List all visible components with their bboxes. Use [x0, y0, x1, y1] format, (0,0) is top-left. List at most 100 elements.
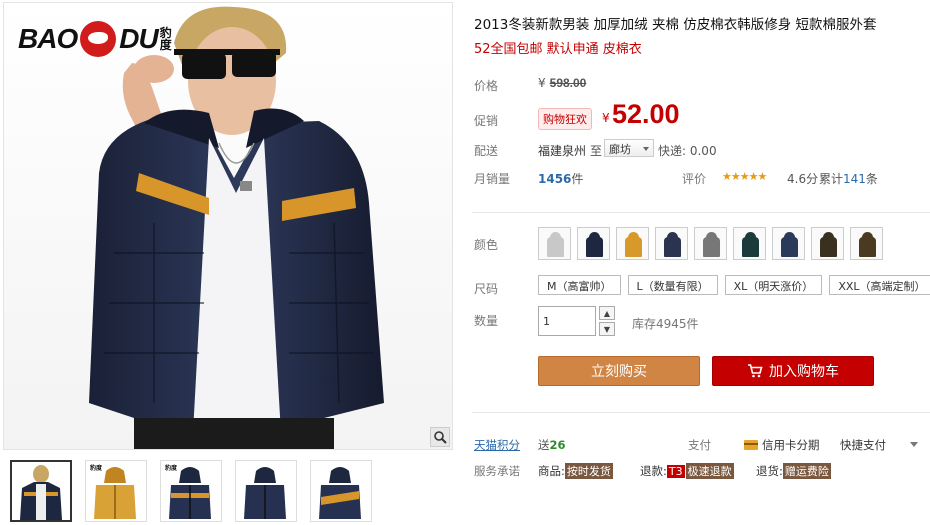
thumb-brand-mark: 豹度	[90, 465, 103, 472]
rating-label: 评价	[682, 172, 707, 186]
size-option-1[interactable]: M（高富帅）	[538, 275, 621, 295]
return-tag[interactable]: 赠运费险	[782, 463, 831, 479]
reviews-suffix: 条	[865, 172, 878, 186]
promo-tag: 购物狂欢	[538, 108, 592, 130]
quick-pay[interactable]: 快捷支付	[840, 437, 886, 453]
chevron-down-icon	[643, 147, 649, 151]
ship-to: 至	[590, 144, 603, 158]
color-label: 颜色	[474, 238, 499, 252]
leopard-logo-icon	[80, 21, 117, 57]
color-swatch-8[interactable]	[811, 227, 844, 260]
chevron-down-icon[interactable]	[910, 442, 918, 447]
divider	[472, 212, 930, 213]
credit-installment[interactable]: 信用卡分期	[744, 437, 820, 453]
monthly-sales: 1456件	[538, 170, 583, 187]
color-swatch-6[interactable]	[733, 227, 766, 260]
return-prefix: 退货:	[756, 464, 783, 478]
swatch-jacket	[586, 237, 603, 257]
service-return: 退货: 赠运费险	[756, 463, 831, 479]
quantity-increase-button[interactable]: ▲	[599, 306, 615, 320]
thumb-image	[20, 465, 62, 520]
swatch-jacket	[547, 237, 564, 257]
refund-tag[interactable]: 极速退款	[685, 463, 734, 479]
product-gallery: BAO DU 豹度 豹度 豹度	[0, 0, 456, 525]
reviews-count: 141	[843, 172, 866, 186]
thumbnail-list: 豹度 豹度	[10, 460, 372, 522]
ship-from: 福建泉州	[538, 144, 587, 158]
size-option-2[interactable]: L（数量有限）	[627, 275, 718, 295]
magnifier-icon	[434, 431, 447, 444]
color-swatches	[538, 227, 883, 260]
chevron-up-icon: ▲	[603, 308, 611, 318]
shipping-fee: 快递: 0.00	[658, 144, 717, 158]
thumbnail-4[interactable]	[235, 460, 297, 522]
divider	[472, 412, 930, 413]
price-label: 价格	[474, 79, 499, 93]
quantity-label: 数量	[474, 314, 499, 328]
thumbnail-5[interactable]	[310, 460, 372, 522]
service-goods: 商品: 按时发货	[538, 463, 613, 479]
service-label: 服务承诺	[474, 464, 520, 478]
thumb-brand-mark: 豹度	[165, 465, 178, 472]
swatch-jacket	[781, 237, 798, 257]
rating-stars-icon: ★★★★★	[722, 170, 767, 183]
credit-card-icon	[744, 440, 758, 450]
brand-logo: BAO DU 豹度	[18, 21, 174, 57]
points-prefix: 送	[538, 438, 550, 452]
main-product-image[interactable]: BAO DU 豹度	[3, 2, 453, 450]
sales-unit: 件	[571, 172, 584, 186]
promo-label: 促销	[474, 114, 499, 128]
buy-now-label: 立刻购买	[591, 364, 647, 380]
quantity-input[interactable]	[538, 306, 596, 336]
promo-currency: ¥	[602, 111, 610, 125]
credit-label: 信用卡分期	[762, 438, 820, 452]
goods-tag[interactable]: 按时发货	[564, 463, 613, 479]
swatch-jacket	[859, 237, 876, 257]
model-photo	[4, 3, 452, 449]
buy-now-button[interactable]: 立刻购买	[538, 356, 700, 386]
goods-prefix: 商品:	[538, 464, 565, 478]
thumbnail-2[interactable]: 豹度	[85, 460, 147, 522]
size-label: 尺码	[474, 282, 499, 296]
add-to-cart-button[interactable]: 加入购物车	[712, 356, 874, 386]
thumb-image	[244, 467, 286, 519]
color-swatch-9[interactable]	[850, 227, 883, 260]
brand-word-left: BAO	[18, 23, 78, 54]
refund-prefix: 退款:	[640, 464, 667, 478]
currency-symbol: ¥	[538, 76, 546, 90]
color-swatch-3[interactable]	[616, 227, 649, 260]
review-count-link[interactable]: 累计141条	[819, 170, 878, 187]
thumbnail-1[interactable]	[10, 460, 72, 522]
original-price: ¥598.00	[538, 76, 586, 90]
add-to-cart-label: 加入购物车	[769, 364, 839, 380]
color-swatch-5[interactable]	[694, 227, 727, 260]
thumbnail-3[interactable]: 豹度	[160, 460, 222, 522]
zoom-button[interactable]	[430, 427, 450, 447]
size-options: M（高富帅） L（数量有限） XL（明天涨价） XXL（高端定制）	[538, 275, 930, 295]
stock-count: 库存4945件	[632, 317, 699, 331]
color-swatch-2[interactable]	[577, 227, 610, 260]
thumb-image	[319, 467, 361, 519]
brand-chinese-name: 豹度	[159, 26, 172, 52]
size-option-3[interactable]: XL（明天涨价）	[724, 275, 823, 295]
product-title: 2013冬装新款男装 加厚加绒 夹棉 仿皮棉衣韩版修身 短款棉服外套	[474, 17, 877, 33]
brand-word-right: DU	[119, 23, 158, 54]
chevron-down-icon: ▼	[603, 324, 611, 334]
quantity-decrease-button[interactable]: ▼	[599, 322, 615, 336]
service-refund: 退款: T3 极速退款	[640, 463, 734, 479]
destination-select[interactable]: 廊坊	[604, 139, 654, 157]
payment-label: 支付	[688, 438, 711, 452]
size-option-4[interactable]: XXL（高端定制）	[829, 275, 930, 295]
color-swatch-1[interactable]	[538, 227, 571, 260]
points-reward: 送26	[538, 437, 566, 453]
swatch-jacket	[703, 237, 720, 257]
shipping-label: 配送	[474, 144, 499, 158]
reviews-prefix: 累计	[819, 172, 844, 186]
swatch-jacket	[625, 237, 642, 257]
color-swatch-7[interactable]	[772, 227, 805, 260]
swatch-jacket	[664, 237, 681, 257]
original-price-value: 598.00	[549, 76, 587, 90]
color-swatch-4[interactable]	[655, 227, 688, 260]
tmall-points-link[interactable]: 天猫积分	[474, 437, 520, 453]
t3-badge: T3	[666, 465, 685, 478]
